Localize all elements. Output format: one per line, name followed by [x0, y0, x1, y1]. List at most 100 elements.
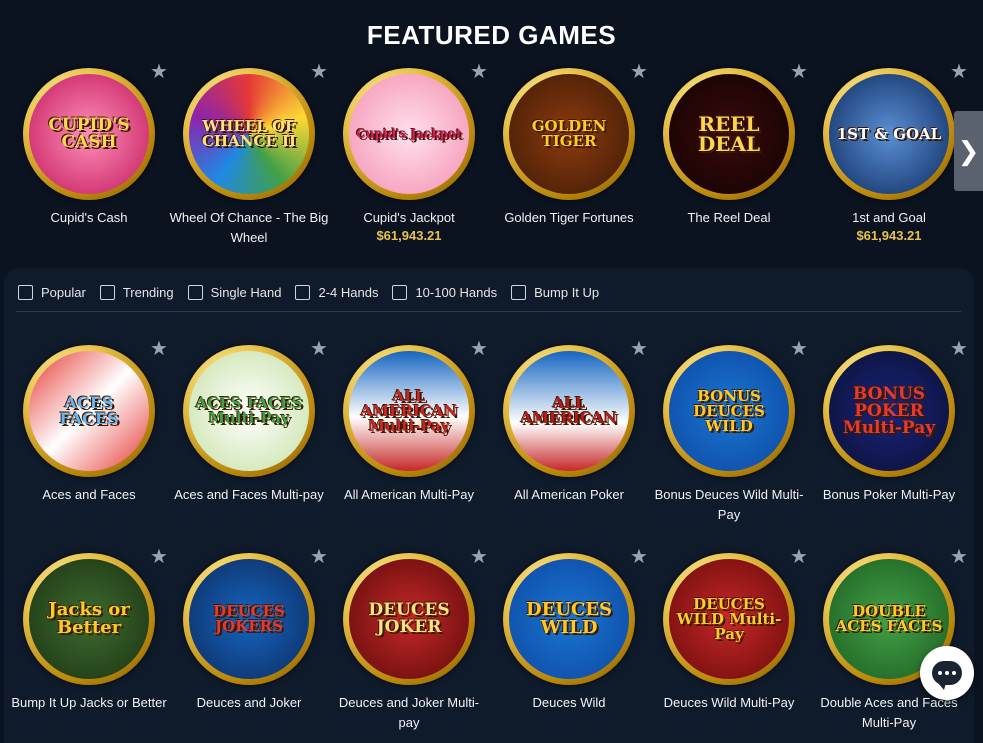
- filter-trending[interactable]: Trending: [99, 282, 174, 302]
- game-name[interactable]: Cupid's Jackpot: [329, 208, 489, 228]
- filter-10-100-hands[interactable]: 10-100 Hands: [392, 282, 497, 302]
- star-icon[interactable]: ★: [469, 339, 489, 359]
- game-tile[interactable]: ALL AMERICAN Multi-Pay ★ All American Mult…: [329, 339, 489, 505]
- filter-label: Bump It Up: [534, 284, 600, 300]
- star-icon[interactable]: ★: [469, 547, 489, 567]
- game-thumbnail[interactable]: 1ST & GOAL ★: [823, 62, 968, 200]
- filter-popular[interactable]: Popular: [18, 282, 86, 302]
- game-art-logo: DEUCES JOKERS: [213, 602, 285, 635]
- filter-2-4-hands[interactable]: 2-4 Hands: [295, 282, 378, 302]
- game-art: ALL AMERICAN: [509, 351, 629, 471]
- game-art-logo: DOUBLE ACES FACES: [835, 602, 943, 635]
- game-art: ALL AMERICAN Multi-Pay: [349, 351, 469, 471]
- game-name[interactable]: Bonus Deuces Wild Multi-Pay: [649, 485, 809, 525]
- game-tile[interactable]: Jacks or Better ★ Bump It Up Jacks or Bett…: [9, 547, 169, 713]
- game-name[interactable]: Deuces Wild Multi-Pay: [649, 693, 809, 713]
- game-tile[interactable]: Cupid's Jackpot ★ Cupid's Jackpot $61,943.2…: [329, 62, 489, 244]
- filter-checkbox[interactable]: [511, 284, 527, 300]
- star-icon[interactable]: ★: [629, 547, 649, 567]
- star-icon[interactable]: ★: [149, 547, 169, 567]
- game-tile[interactable]: DEUCES WILD Multi-Pay ★ Deuces Wild Multi-…: [649, 547, 809, 713]
- game-thumbnail[interactable]: ACES FACES Multi-Pay ★: [183, 339, 328, 477]
- star-icon[interactable]: ★: [149, 62, 169, 82]
- carousel-next-button[interactable]: ❯: [954, 111, 983, 191]
- filter-bar: Popular Trending Single Hand 2-4 Hands 10-10…: [18, 282, 613, 302]
- star-icon[interactable]: ★: [309, 62, 329, 82]
- game-name[interactable]: All American Multi-Pay: [329, 485, 489, 505]
- game-name[interactable]: Bonus Poker Multi-Pay: [809, 485, 969, 505]
- filter-checkbox[interactable]: [99, 284, 115, 300]
- game-tile[interactable]: GOLDEN TIGER ★ Golden Tiger Fortunes: [489, 62, 649, 228]
- game-thumbnail[interactable]: BONUS POKER Multi-Pay ★: [823, 339, 968, 477]
- filter-checkbox[interactable]: [295, 284, 311, 300]
- game-name[interactable]: Cupid's Cash: [9, 208, 169, 228]
- game-art: REEL DEAL: [669, 74, 789, 194]
- game-tile[interactable]: DOUBLE ACES FACES ★ Double Aces and Faces …: [809, 547, 969, 733]
- star-icon[interactable]: ★: [949, 62, 969, 82]
- games-grid-row: Jacks or Better ★ Bump It Up Jacks or Bett…: [0, 547, 968, 743]
- game-art-logo: BONUS DEUCES WILD: [693, 386, 765, 435]
- game-thumbnail[interactable]: ACES FACES ★: [23, 339, 168, 477]
- game-tile[interactable]: BONUS DEUCES WILD ★ Bonus Deuces Wild Mult…: [649, 339, 809, 525]
- game-name[interactable]: The Reel Deal: [649, 208, 809, 228]
- star-icon[interactable]: ★: [309, 339, 329, 359]
- game-tile[interactable]: ACES FACES ★ Aces and Faces: [9, 339, 169, 505]
- game-art: CUPID'S CASH: [29, 74, 149, 194]
- star-icon[interactable]: ★: [789, 547, 809, 567]
- filter-bump-it-up[interactable]: Bump It Up: [511, 282, 599, 302]
- game-tile[interactable]: DEUCES JOKER ★ Deuces and Joker Multi-pay: [329, 547, 489, 733]
- games-grid-row: ACES FACES ★ Aces and Faces ACES FACES Mult…: [0, 339, 968, 545]
- game-thumbnail[interactable]: REEL DEAL ★: [663, 62, 808, 200]
- game-thumbnail[interactable]: ALL AMERICAN Multi-Pay ★: [343, 339, 488, 477]
- game-tile[interactable]: REEL DEAL ★ The Reel Deal: [649, 62, 809, 228]
- game-tile[interactable]: DEUCES WILD ★ Deuces Wild: [489, 547, 649, 713]
- star-icon[interactable]: ★: [949, 547, 969, 567]
- game-name[interactable]: Bump It Up Jacks or Better: [9, 693, 169, 713]
- game-tile[interactable]: WHEEL OF CHANCE II ★ Wheel Of Chance - The…: [169, 62, 329, 248]
- star-icon[interactable]: ★: [149, 339, 169, 359]
- game-name[interactable]: 1st and Goal: [809, 208, 969, 228]
- game-name[interactable]: Aces and Faces: [9, 485, 169, 505]
- game-tile[interactable]: DEUCES JOKERS ★ Deuces and Joker: [169, 547, 329, 713]
- game-name[interactable]: All American Poker: [489, 485, 649, 505]
- game-name[interactable]: Wheel Of Chance - The Big Wheel: [169, 208, 329, 248]
- game-thumbnail[interactable]: DEUCES JOKER ★: [343, 547, 488, 685]
- game-art: Jacks or Better: [29, 559, 149, 679]
- game-tile[interactable]: ACES FACES Multi-Pay ★ Aces and Faces Mult…: [169, 339, 329, 505]
- filter-checkbox[interactable]: [187, 284, 203, 300]
- game-thumbnail[interactable]: Jacks or Better ★: [23, 547, 168, 685]
- game-name[interactable]: Golden Tiger Fortunes: [489, 208, 649, 228]
- filter-checkbox[interactable]: [392, 284, 408, 300]
- game-thumbnail[interactable]: CUPID'S CASH ★: [23, 62, 168, 200]
- filter-label: Trending: [122, 284, 174, 300]
- game-name[interactable]: Deuces and Joker: [169, 693, 329, 713]
- game-thumbnail[interactable]: DEUCES JOKERS ★: [183, 547, 328, 685]
- chat-button[interactable]: [920, 646, 974, 700]
- game-thumbnail[interactable]: Cupid's Jackpot ★: [343, 62, 488, 200]
- game-name[interactable]: Aces and Faces Multi-pay: [169, 485, 329, 505]
- filter-checkbox[interactable]: [18, 284, 33, 300]
- star-icon[interactable]: ★: [629, 339, 649, 359]
- star-icon[interactable]: ★: [789, 62, 809, 82]
- game-thumbnail[interactable]: DEUCES WILD Multi-Pay ★: [663, 547, 808, 685]
- star-icon[interactable]: ★: [469, 62, 489, 82]
- game-tile[interactable]: CUPID'S CASH ★ Cupid's Cash: [9, 62, 169, 228]
- star-icon[interactable]: ★: [629, 62, 649, 82]
- game-name[interactable]: Deuces Wild: [489, 693, 649, 713]
- game-thumbnail[interactable]: DEUCES WILD ★: [503, 547, 648, 685]
- chat-icon: [932, 661, 962, 690]
- star-icon[interactable]: ★: [949, 339, 969, 359]
- game-tile[interactable]: ALL AMERICAN ★ All American Poker: [489, 339, 649, 505]
- game-thumbnail[interactable]: WHEEL OF CHANCE II ★: [183, 62, 328, 200]
- chevron-right-icon: ❯: [957, 135, 980, 166]
- game-thumbnail[interactable]: GOLDEN TIGER ★: [503, 62, 648, 200]
- filter-single-hand[interactable]: Single Hand: [187, 282, 281, 302]
- game-thumbnail[interactable]: ALL AMERICAN ★: [503, 339, 648, 477]
- divider: [16, 311, 961, 312]
- star-icon[interactable]: ★: [789, 339, 809, 359]
- star-icon[interactable]: ★: [309, 547, 329, 567]
- game-tile[interactable]: BONUS POKER Multi-Pay ★ Bonus Poker Multi-…: [809, 339, 969, 505]
- game-name[interactable]: Deuces and Joker Multi-pay: [329, 693, 489, 733]
- game-tile[interactable]: 1ST & GOAL ★ 1st and Goal $61,943.21: [809, 62, 969, 244]
- game-thumbnail[interactable]: BONUS DEUCES WILD ★: [663, 339, 808, 477]
